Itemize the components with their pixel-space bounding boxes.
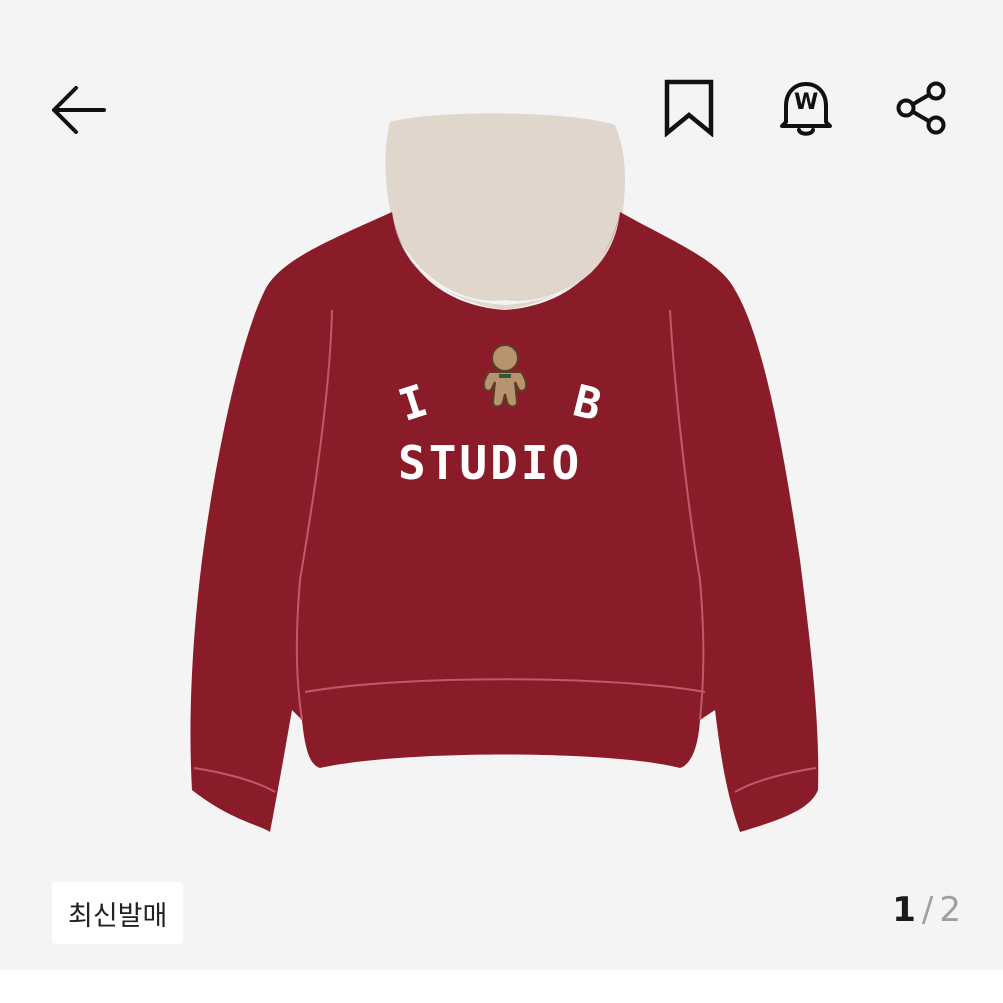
price-alert-button[interactable]: W: [768, 70, 844, 146]
product-image-gallery[interactable]: I B STUDIO W 최신발매 1 / 2: [0, 0, 1003, 970]
bookmark-icon: [664, 79, 714, 137]
pager-current: 1: [892, 890, 916, 930]
pager-separator: /: [921, 890, 934, 930]
share-button[interactable]: [884, 70, 960, 146]
bookmark-button[interactable]: [652, 70, 726, 146]
release-badge-label: 최신발매: [68, 900, 168, 932]
image-pager: 1 / 2: [892, 890, 961, 930]
print-studio-text: STUDIO: [398, 436, 583, 490]
release-badge: 최신발매: [52, 882, 184, 944]
pager-total: 2: [939, 890, 961, 930]
won-symbol: W: [794, 90, 819, 115]
share-icon: [896, 81, 946, 135]
content-below: [0, 970, 1003, 1003]
arrow-left-icon: [52, 86, 106, 134]
back-button[interactable]: [40, 72, 116, 148]
